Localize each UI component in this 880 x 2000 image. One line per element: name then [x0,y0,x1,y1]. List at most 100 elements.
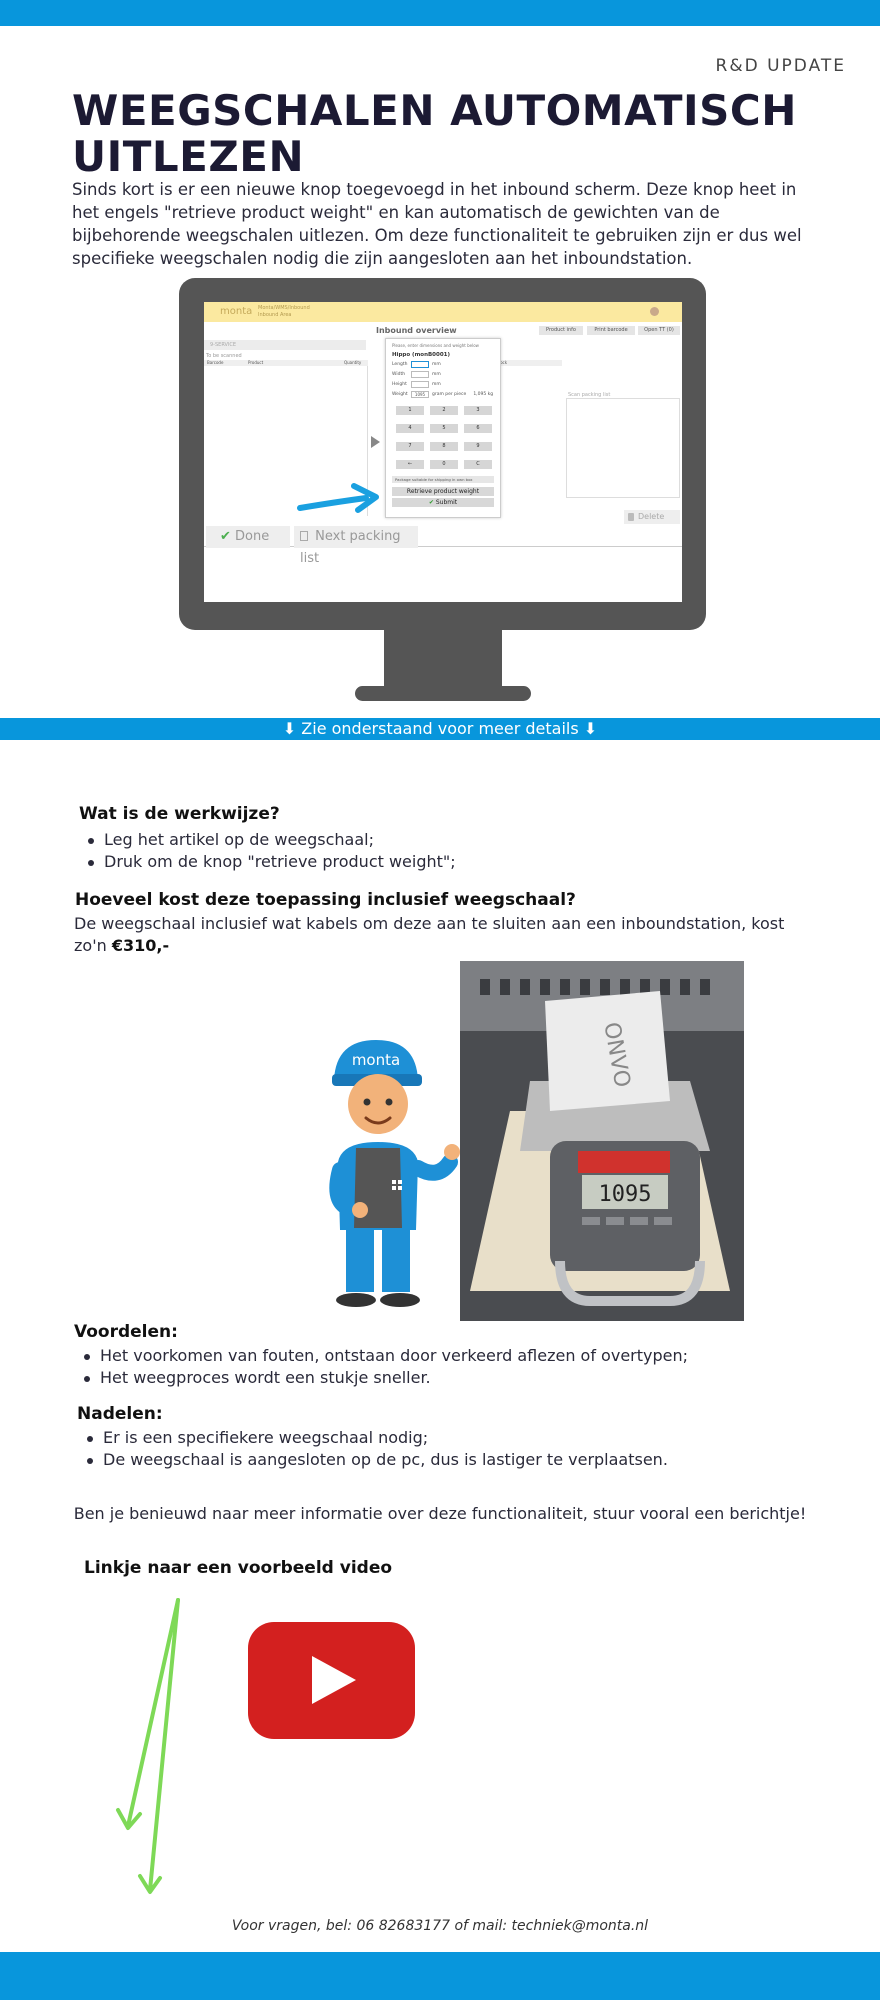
top-band [0,0,880,26]
next-packing-label: Next packing list [300,529,401,566]
keypad-key[interactable]: 7 [396,442,424,451]
list-item: Er is een specifiekere weegschaal nodig; [81,1427,668,1449]
contact-footer: Voor vragen, bel: 06 82683177 of mail: t… [231,1918,649,1934]
info-text: Ben je benieuwd naar meer informatie ove… [73,1504,807,1523]
keypad-key[interactable]: 3 [464,406,492,415]
play-icon [312,1656,356,1704]
app-logo: monta [220,306,253,317]
width-unit: mm [432,372,441,377]
width-row: Width mm [392,371,494,378]
keypad-key[interactable]: 2 [430,406,458,415]
submit-button[interactable]: ✔ Submit [392,498,494,507]
app-title-2: Inbound Area [258,312,292,318]
next-packing-list-button[interactable]: Next packing list [294,526,418,566]
length-label: Length [392,362,408,367]
weight-row: Weight 1095 gram per piece 1,095 kg [392,391,494,398]
voordelen-heading: Voordelen: [74,1322,178,1342]
kosten-heading: Hoeveel kost deze toepassing inclusief w… [75,890,576,910]
bottom-band [0,1952,880,2000]
height-row: Height mm [392,381,494,388]
weight-input[interactable]: 1095 [411,391,429,398]
weight-unit: gram per piece [432,392,467,397]
app-topbar: monta Monta/WMS/Inbound Inbound Area [204,302,682,322]
scale-display: 1095 [599,1182,652,1207]
nadelen-list: Er is een specifiekere weegschaal nodig;… [81,1427,668,1471]
keypad-key[interactable]: C [464,460,492,469]
kosten-text: De weegschaal inclusief wat kabels om de… [74,913,814,957]
monitor-base [355,686,531,701]
list-item: Het voorkomen van fouten, ontstaan door … [78,1345,688,1367]
werkwijze-list: Leg het artikel op de weegschaal; Druk o… [82,829,456,873]
retrieve-product-weight-button[interactable]: Retrieve product weight [392,487,494,496]
werkwijze-heading: Wat is de werkwijze? [79,804,280,824]
nadelen-heading: Nadelen: [77,1404,163,1424]
kosten-sentence: De weegschaal inclusief wat kabels om de… [74,914,785,955]
dialog-prompt: Please, enter dimensions and weight belo… [392,343,479,348]
monitor-screen: monta Monta/WMS/Inbound Inbound Area Inb… [204,302,682,602]
list-item: Druk om de knop "retrieve product weight… [82,851,456,873]
keypad-key[interactable]: 6 [464,424,492,433]
height-unit: mm [432,382,441,387]
keypad-key[interactable]: 4 [396,424,424,433]
mascot-illustration: monta [329,1040,460,1307]
col-quantity: Quantity [344,360,362,365]
app-title-1: Monta/WMS/Inbound [258,305,310,311]
height-input[interactable] [411,381,429,388]
page-title: WEEGSCHALEN AUTOMATISCH UITLEZEN [72,86,797,181]
list-item: De weegschaal is aangesloten op de pc, d… [81,1449,668,1471]
keypad-key[interactable]: 5 [430,424,458,433]
dialog-product-name: Hippo (monB0001) [392,352,451,358]
done-check-icon: ✔ [220,529,231,544]
green-arrows [116,1598,180,1894]
col-barcode: Barcode [207,360,224,365]
document-icon [300,531,308,541]
avatar [650,307,659,316]
youtube-play-button[interactable] [248,1622,415,1739]
search-input[interactable]: 9-SERVICE [204,340,366,350]
keypad-key[interactable]: 1 [396,406,424,415]
delete-label: Delete [638,512,665,521]
keypad-key[interactable]: 0 [430,460,458,469]
own-box-checkbox[interactable]: Package suitable for shipping in own box [392,476,494,483]
done-button[interactable]: ✔ Done [206,526,290,548]
done-label: Done [235,529,270,544]
check-icon: ✔ [428,499,434,506]
weight-kg: 1,095 kg [473,392,494,397]
list-item: Leg het artikel op de weegschaal; [82,829,456,851]
overview-title: Inbound overview [376,326,457,335]
height-label: Height [392,382,407,387]
keypad-key[interactable]: 8 [430,442,458,451]
col-product: Product [248,360,264,365]
print-barcode-button[interactable]: Print barcode [587,326,635,335]
width-label: Width [392,372,406,377]
numeric-keypad: 1 2 3 4 5 6 7 8 9 ← 0 C [396,406,494,469]
open-tt-button[interactable]: Open TT (0) [638,326,680,335]
cap-logo: monta [352,1051,400,1069]
keypad-key[interactable]: ← [396,460,424,469]
right-arrow-icon [371,436,380,448]
length-row: Length mm [392,361,494,368]
price: €310,- [111,936,170,955]
kicker: R&D UPDATE [715,56,846,76]
video-heading: Linkje naar een voorbeeld video [84,1558,393,1578]
monitor-neck [384,628,502,688]
pointer-arrow-icon [297,483,379,513]
intro-paragraph: Sinds kort is er een nieuwe knop toegevo… [72,180,802,268]
width-input[interactable] [411,371,429,378]
trash-icon [628,513,634,521]
voordelen-list: Het voorkomen van fouten, ontstaan door … [78,1345,688,1389]
scale-photo: ONVO 1095 [460,961,744,1321]
to-be-scanned-label: To be scanned [206,353,242,359]
length-input[interactable] [411,361,429,368]
submit-label: Submit [435,499,458,506]
keypad-key[interactable]: 9 [464,442,492,451]
monitor: monta Monta/WMS/Inbound Inbound Area Inb… [179,278,706,630]
product-info-button[interactable]: Product info [539,326,583,335]
delete-button[interactable]: Delete [624,510,680,524]
details-banner: ⬇ Zie onderstaand voor meer details ⬇ [0,718,880,740]
list-item: Het weegproces wordt een stukje sneller. [78,1367,688,1389]
length-unit: mm [432,362,441,367]
dimensions-dialog: Please, enter dimensions and weight belo… [385,338,501,518]
packing-list-area [566,398,680,498]
weight-label: Weight [392,392,408,397]
